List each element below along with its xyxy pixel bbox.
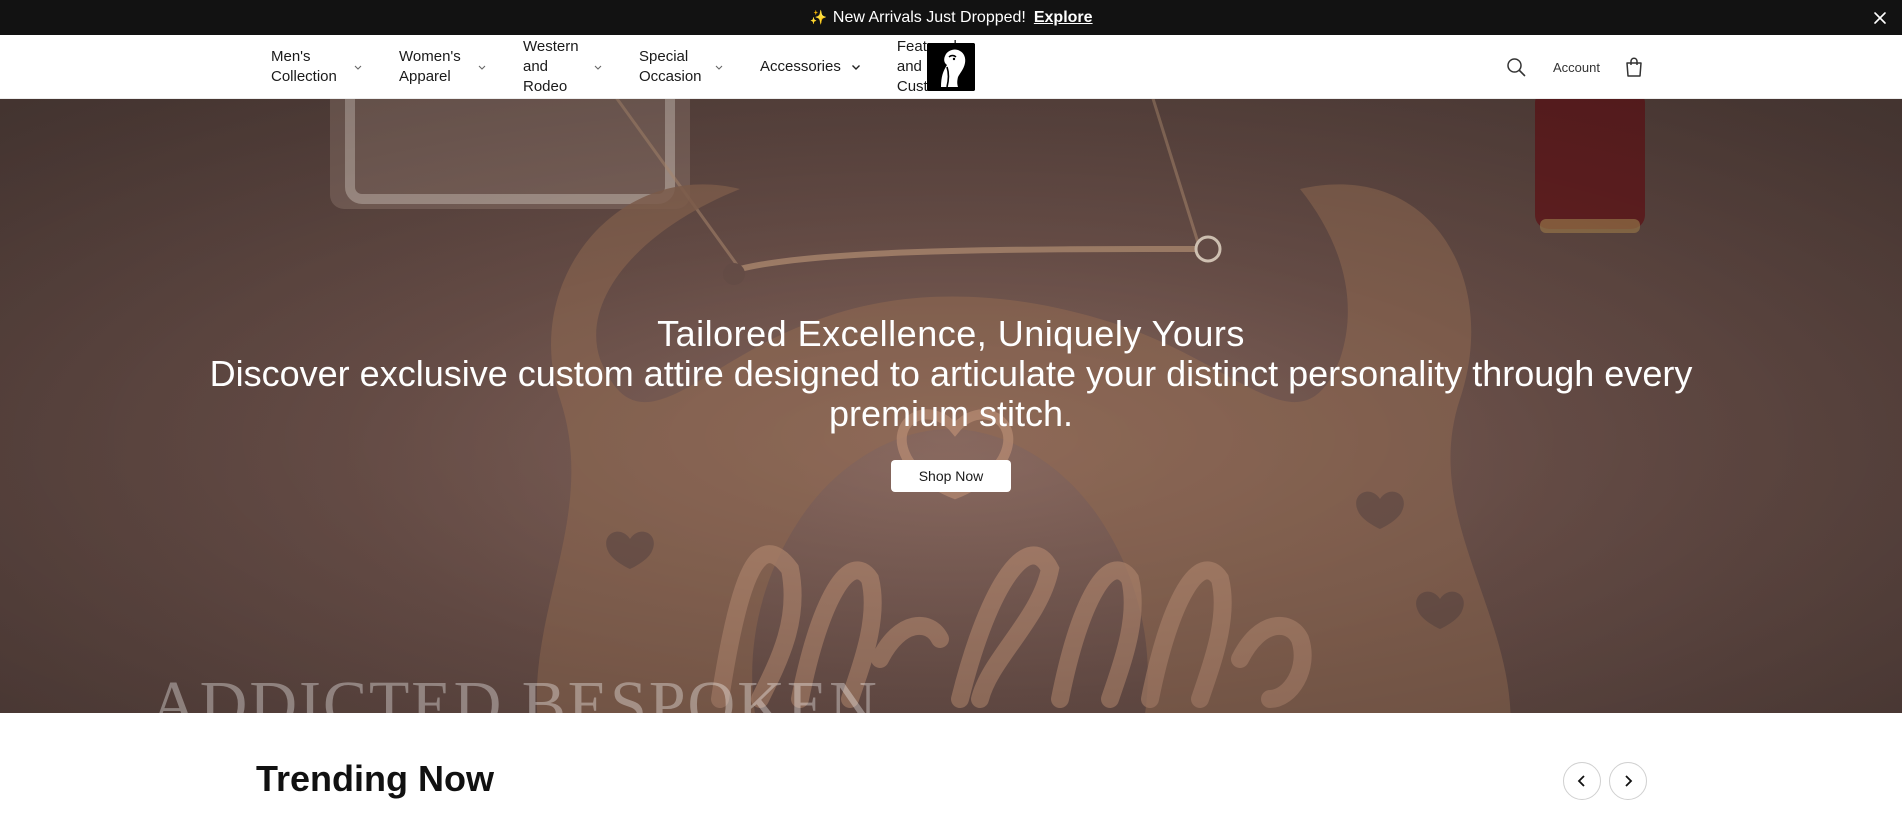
nav-item-womens-apparel[interactable]: Women's Apparel [399, 47, 487, 87]
chevron-down-icon [354, 65, 362, 70]
announcement-bar: ✨ New Arrivals Just Dropped! Explore [0, 0, 1902, 35]
shopping-bag-icon[interactable] [1624, 56, 1644, 78]
hero-banner: ADDICTED BESPOKEN Tailored Excellence, U… [0, 99, 1902, 713]
account-link[interactable]: Account [1553, 60, 1600, 75]
announcement-text: New Arrivals Just Dropped! [832, 8, 1026, 26]
chevron-left-icon [1577, 775, 1585, 787]
search-icon[interactable] [1505, 56, 1527, 78]
nav-item-label: Men's Collection [271, 48, 337, 85]
chevron-down-icon [594, 65, 602, 70]
carousel-next-button[interactable] [1609, 762, 1647, 800]
nav-item-label: Women's Apparel [399, 48, 461, 85]
hero-subtitle: Discover exclusive custom attire designe… [209, 353, 1693, 434]
chevron-down-icon [478, 65, 486, 70]
site-header: Men's Collection Women's Apparel Western… [0, 35, 1902, 99]
close-icon[interactable] [1870, 8, 1890, 28]
header-utilities: Account [1505, 35, 1644, 99]
nav-item-label: Western and Rodeo [523, 38, 579, 95]
chevron-down-icon [851, 65, 860, 70]
nav-item-mens-collection[interactable]: Men's Collection [271, 47, 363, 87]
hero-watermark: ADDICTED BESPOKEN [150, 668, 879, 713]
main-nav: Men's Collection Women's Apparel Western… [271, 35, 957, 99]
sparkles-icon: ✨ [809, 9, 827, 25]
horse-head-logo[interactable] [927, 43, 975, 91]
trending-title: Trending Now [256, 758, 494, 799]
explore-link[interactable]: Explore [1034, 9, 1093, 27]
nav-item-label: Accessories [760, 58, 841, 75]
nav-item-accessories[interactable]: Accessories [760, 57, 861, 77]
shop-now-button[interactable]: Shop Now [891, 460, 1011, 492]
carousel-prev-button[interactable] [1563, 762, 1601, 800]
nav-item-western-rodeo[interactable]: Western and Rodeo [523, 37, 603, 97]
hero-title: Tailored Excellence, Uniquely Yours [657, 313, 1245, 354]
hero-text: Tailored Excellence, Uniquely Yours Disc… [0, 314, 1902, 492]
nav-item-label: Special Occasion [639, 48, 702, 85]
nav-item-special-occasion[interactable]: Special Occasion [639, 47, 724, 87]
chevron-right-icon [1625, 775, 1633, 787]
announcement-content: ✨ New Arrivals Just Dropped! Explore [0, 0, 1902, 35]
chevron-down-icon [715, 65, 723, 70]
